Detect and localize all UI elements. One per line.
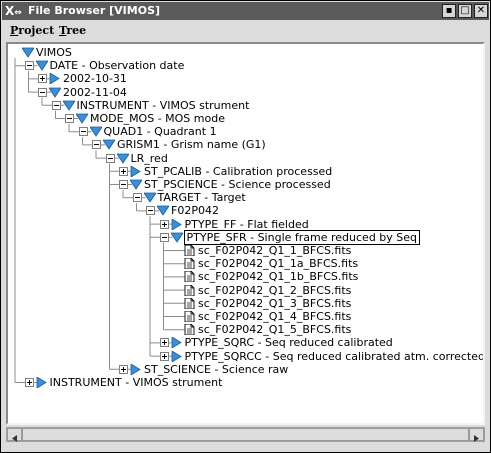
menu-project[interactable]: Project	[10, 24, 54, 37]
folder-open-icon	[103, 139, 115, 151]
menu-bar: Project Tree	[2, 21, 489, 41]
expand-toggle-icon[interactable]	[119, 166, 128, 176]
scroll-right-icon	[474, 435, 479, 442]
tree-node-label: DATE - Observation date	[49, 59, 185, 73]
folder-open-icon	[49, 87, 61, 98]
expand-toggle-icon[interactable]	[119, 364, 128, 374]
tree-node-label: ST_SCIENCE - Science raw	[144, 362, 289, 376]
tree-node-label: PTYPE_SQRC - Seq reduced calibrated	[184, 336, 393, 350]
expand-toggle-icon[interactable]	[159, 219, 169, 229]
folder-open-icon	[62, 100, 75, 111]
tree-node-label: GRISM1 - Grism name (G1)	[117, 138, 266, 152]
tree-node-label: INSTRUMENT - VIMOS strument	[76, 98, 250, 112]
scroll-left-icon	[12, 435, 17, 442]
tree-node-label: 2002-11-04	[63, 85, 127, 99]
file-icon	[184, 297, 195, 309]
scroll-left-button[interactable]	[7, 428, 22, 442]
tree-node-label: 2002-10-31	[63, 72, 127, 86]
file-icon	[184, 271, 195, 283]
folder-closed-icon	[36, 377, 47, 388]
collapse-toggle-icon[interactable]	[92, 140, 101, 150]
expand-toggle-icon[interactable]	[38, 74, 47, 84]
folder-open-icon	[89, 126, 102, 137]
collapse-toggle-icon[interactable]	[51, 100, 61, 110]
tree-node-label: sc_F02P042_Q1_1a_BFCS.fits	[198, 257, 359, 271]
collapse-toggle-icon[interactable]	[119, 180, 128, 189]
folder-closed-icon	[171, 337, 182, 349]
file-icon	[184, 258, 195, 270]
tree-node-label: LR_red	[130, 151, 168, 165]
close-button[interactable]: ✕	[474, 4, 488, 18]
tree-node-label: sc_F02P042_Q1_3_BFCS.fits	[198, 296, 352, 310]
scroll-right-button[interactable]	[469, 428, 484, 442]
collapse-toggle-icon[interactable]	[24, 61, 34, 71]
folder-open-icon	[130, 179, 142, 190]
file-icon	[184, 245, 195, 256]
tree-node-label: sc_F02P042_Q1_4_BFCS.fits	[198, 310, 352, 323]
window-title: File Browser [VIMOS]	[28, 4, 161, 17]
folder-open-icon	[35, 60, 48, 71]
menu-tree[interactable]: Tree	[59, 24, 86, 37]
file-icon	[184, 311, 195, 322]
tree-node-label: QUAD1 - Quadrant 1	[103, 125, 217, 139]
tree-node-label: sc_F02P042_Q1_5_BFCS.fits	[198, 323, 352, 337]
title-bar[interactable]: X⇔ File Browser [VIMOS] ▪ □ ✕	[2, 2, 489, 20]
tree-node-label: F02P042	[171, 204, 219, 218]
tree-node-label: MODE_MOS - MOS mode	[90, 112, 225, 125]
collapse-toggle-icon[interactable]	[78, 127, 88, 137]
menu-project-rest: roject	[18, 24, 55, 37]
expand-toggle-icon[interactable]	[24, 378, 34, 387]
maximize-button[interactable]: □	[458, 4, 472, 18]
file-browser-window: X⇔ File Browser [VIMOS] ▪ □ ✕ Project Tr…	[0, 0, 491, 453]
tree-node-label: sc_F02P042_Q1_1b_BFCS.fits	[198, 270, 359, 284]
file-icon	[184, 284, 195, 296]
collapse-toggle-icon[interactable]	[132, 193, 142, 203]
folder-closed-icon	[130, 165, 141, 177]
tree-node-label: PTYPE_FF - Flat fielded	[184, 217, 309, 231]
file-icon	[184, 324, 195, 336]
folder-open-icon	[170, 232, 183, 243]
folder-open-icon	[116, 153, 129, 164]
collapse-toggle-icon[interactable]	[146, 206, 155, 216]
folder-closed-icon	[171, 350, 182, 362]
expand-toggle-icon[interactable]	[159, 338, 169, 348]
collapse-toggle-icon[interactable]	[105, 153, 115, 163]
folder-open-icon	[143, 192, 156, 203]
expand-toggle-icon[interactable]	[159, 351, 169, 361]
tree-node-label: INSTRUMENT - VIMOS strument	[49, 376, 223, 389]
minimize-button[interactable]: ▪	[442, 4, 456, 18]
tree-node-label: PTYPE_SQRCC - Seq reduced calibrated atm…	[184, 349, 485, 363]
collapse-toggle-icon[interactable]	[159, 232, 169, 242]
collapse-toggle-icon[interactable]	[38, 87, 47, 97]
collapse-toggle-icon[interactable]	[65, 114, 74, 123]
folder-open-icon	[157, 205, 169, 217]
file-tree[interactable]: VIMOS DATE - Observation date 2002-10-31 20…	[6, 42, 485, 425]
tree-node-label: sc_F02P042_Q1_1_BFCS.fits	[198, 244, 352, 257]
folder-closed-icon	[171, 218, 182, 230]
folder-open-icon	[76, 113, 88, 124]
tree-node-label: sc_F02P042_Q1_2_BFCS.fits	[198, 283, 352, 297]
menu-tree-rest: ree	[66, 24, 87, 37]
folder-open-icon	[22, 47, 34, 58]
folder-closed-icon	[130, 363, 141, 375]
tree-node-label: TARGET - Target	[157, 191, 246, 205]
app-x-icon[interactable]: X⇔	[5, 4, 25, 18]
folder-closed-icon	[49, 73, 60, 85]
tree-node-label: ST_PSCIENCE - Science processed	[144, 178, 331, 191]
tree-node-label: PTYPE_SFR - Single frame reduced by Seq	[183, 229, 421, 245]
tree-node-label: VIMOS	[36, 46, 72, 59]
horizontal-scrollbar[interactable]	[6, 427, 485, 442]
scroll-thumb[interactable]	[22, 428, 469, 441]
tree-node-label: ST_PCALIB - Calibration processed	[144, 164, 333, 178]
